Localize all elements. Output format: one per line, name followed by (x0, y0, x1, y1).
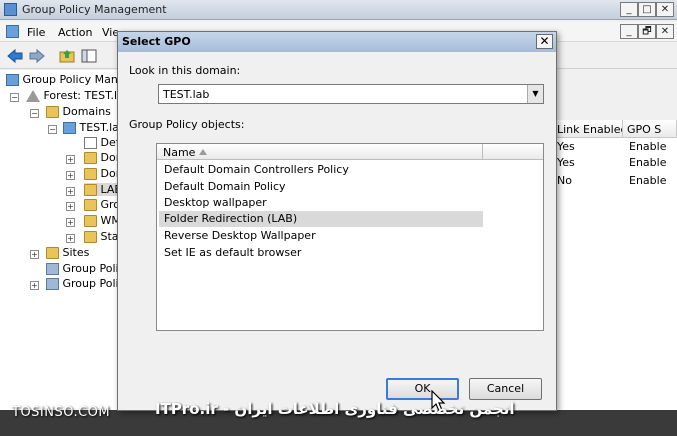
tree-forest[interactable]: Forest: TEST.la (26, 89, 124, 102)
cell-gpo-status: Enable (629, 156, 667, 169)
details-pane: Link Enabled GPO S Yes Enable Yes Enable… (553, 120, 677, 410)
folder-icon (84, 152, 97, 164)
dialog-close-button[interactable]: ✕ (536, 34, 553, 49)
expand-testlab-icon[interactable]: − (48, 125, 57, 134)
chevron-down-icon[interactable]: ▼ (527, 85, 543, 103)
title-bar: Group Policy Management _ □ ✕ (0, 0, 677, 20)
inner-close-button[interactable]: ✕ (656, 24, 674, 39)
tree-wmi-filters[interactable]: WM (84, 214, 121, 227)
expand-icon[interactable]: + (66, 234, 75, 243)
list-item[interactable]: Desktop wallpaper (159, 195, 483, 211)
expand-sites-icon[interactable]: + (30, 250, 39, 259)
gpo-link-icon (84, 137, 97, 149)
modeling-icon (46, 263, 59, 275)
tree-gp-modeling[interactable]: Group Polic (46, 262, 125, 275)
expand-icon[interactable]: + (66, 218, 75, 227)
cell-link-enabled: Yes (557, 140, 575, 153)
tree-starter-gpos[interactable]: Sta (84, 230, 119, 243)
app-icon (4, 3, 17, 16)
watermark-right: ITPro.ir - انجمن تخصصی فناوری اطلاعات ای… (155, 400, 515, 418)
maximize-button[interactable]: □ (638, 2, 656, 17)
expand-icon[interactable]: + (66, 187, 75, 196)
tree-ou-1[interactable]: Dor (84, 151, 120, 164)
list-item[interactable]: Default Domain Controllers Policy (159, 162, 483, 178)
minimize-button[interactable]: _ (620, 2, 638, 17)
expand-forest-icon[interactable]: − (10, 93, 19, 102)
domain-value: TEST.lab (163, 88, 210, 101)
window-title: Group Policy Management (22, 3, 167, 16)
tree-test-lab[interactable]: TEST.la (63, 121, 119, 134)
expand-icon[interactable]: + (66, 171, 75, 180)
folder-icon (84, 231, 97, 243)
tree-root[interactable]: Group Policy Manag (6, 73, 132, 86)
tree-default-policy[interactable]: Def (84, 136, 120, 149)
forward-arrow-icon[interactable] (28, 47, 46, 65)
gpo-list[interactable]: Name Default Domain Controllers Policy D… (156, 143, 544, 331)
expand-domains-icon[interactable]: − (30, 109, 39, 118)
forest-icon (26, 90, 40, 102)
back-arrow-icon[interactable] (6, 47, 24, 65)
cell-gpo-status: Enable (629, 174, 667, 187)
look-in-label: Look in this domain: (129, 64, 241, 77)
gpo-list-label: Group Policy objects: (129, 118, 245, 131)
tree-gp-results[interactable]: Group Polic (46, 277, 125, 290)
mmc-icon (6, 25, 19, 38)
list-item[interactable]: Default Domain Policy (159, 179, 483, 195)
tree-ou-2[interactable]: Dor (84, 167, 120, 180)
expand-results-icon[interactable]: + (30, 281, 39, 290)
select-gpo-dialog: Select GPO ✕ Look in this domain: TEST.l… (117, 31, 557, 411)
folder-icon (84, 184, 97, 196)
folder-icon (46, 247, 59, 259)
list-header: Name (157, 144, 543, 160)
ok-button[interactable]: OK (386, 378, 459, 400)
list-item[interactable]: Reverse Desktop Wallpaper (159, 228, 483, 244)
cell-gpo-status: Enable (629, 140, 667, 153)
domain-combobox[interactable]: TEST.lab ▼ (158, 84, 544, 104)
dialog-title-bar: Select GPO ✕ (118, 32, 556, 52)
folder-icon (46, 106, 59, 118)
folder-icon (84, 168, 97, 180)
gpm-icon (6, 74, 19, 86)
close-button[interactable]: ✕ (656, 2, 674, 17)
list-item-selected[interactable]: Folder Redirection (LAB) (159, 211, 483, 227)
console-tree: Group Policy Manag − Forest: TEST.la − D… (0, 70, 132, 410)
tree-sites[interactable]: Sites (46, 246, 89, 259)
column-gpo-status[interactable]: GPO S (623, 120, 677, 138)
list-item[interactable]: Set IE as default browser (159, 245, 483, 261)
up-folder-icon[interactable] (58, 47, 76, 65)
dialog-title: Select GPO (122, 35, 191, 48)
cell-link-enabled: No (557, 174, 572, 187)
cell-link-enabled: Yes (557, 156, 575, 169)
tree-group-policy-objects[interactable]: Gro (84, 198, 120, 211)
expand-icon[interactable]: + (66, 155, 75, 164)
results-icon (46, 278, 59, 290)
domain-icon (63, 122, 76, 134)
watermark-left: TOSINSO.COM (12, 405, 111, 420)
cancel-button[interactable]: Cancel (469, 378, 542, 400)
show-hide-tree-icon[interactable] (80, 47, 98, 65)
column-link-enabled[interactable]: Link Enabled (553, 120, 623, 138)
expand-icon[interactable]: + (66, 202, 75, 211)
column-name[interactable]: Name (157, 144, 483, 160)
inner-restore-button[interactable]: 🗗 (638, 24, 656, 39)
menu-file[interactable]: File (27, 26, 45, 39)
folder-icon (84, 215, 97, 227)
sort-ascending-icon (199, 149, 207, 155)
tree-domains[interactable]: Domains (46, 105, 111, 118)
folder-icon (84, 199, 97, 211)
menu-action[interactable]: Action (58, 26, 92, 39)
inner-minimize-button[interactable]: _ (620, 24, 638, 39)
